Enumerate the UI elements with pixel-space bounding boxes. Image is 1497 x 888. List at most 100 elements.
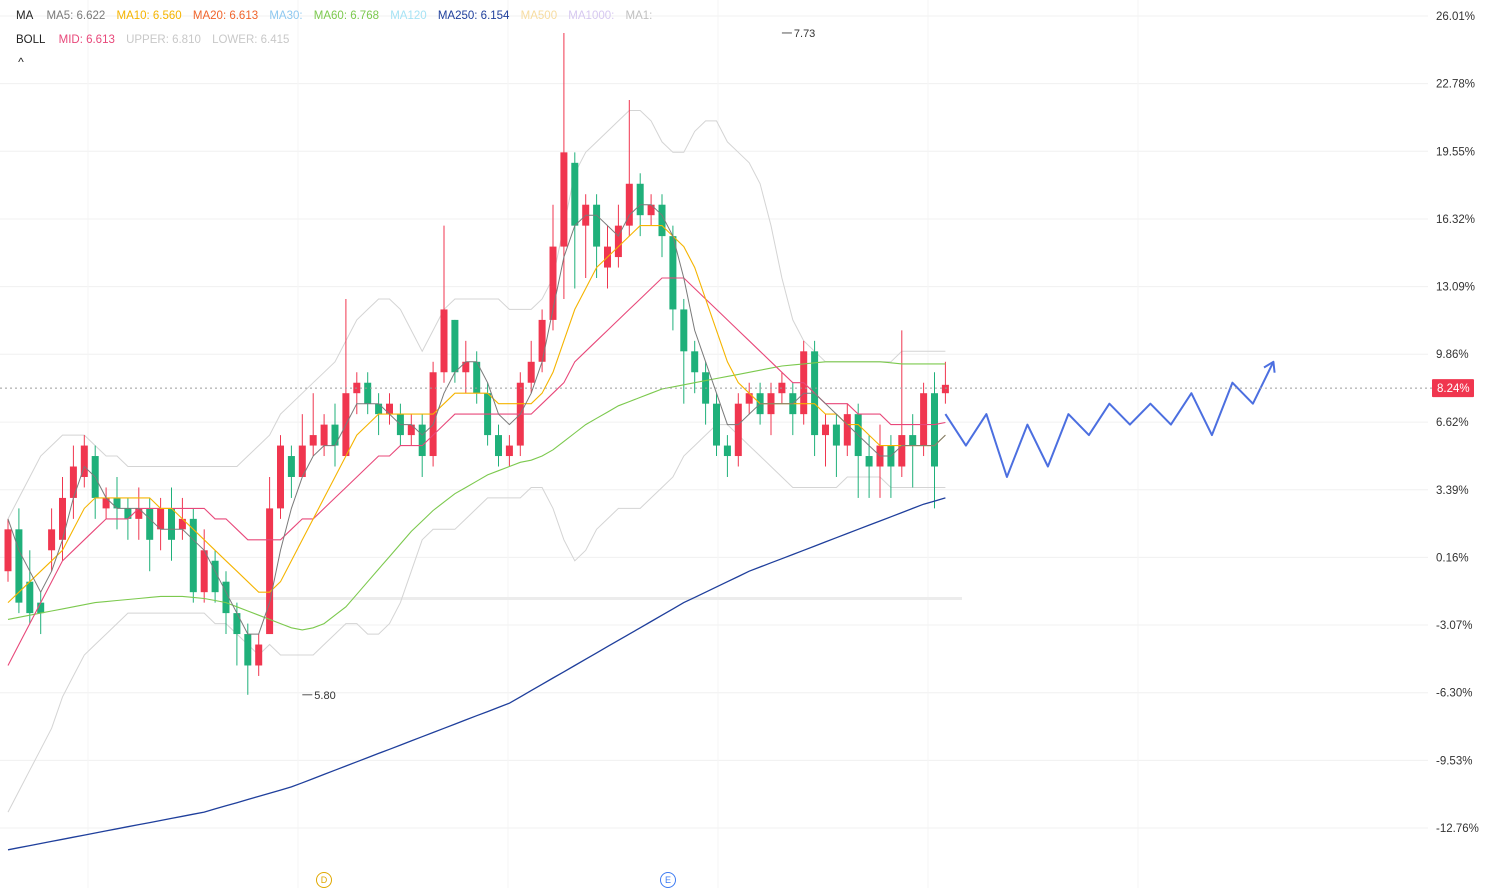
candle-body (146, 508, 154, 540)
candle-body (734, 403, 742, 457)
y-axis: 26.01% 22.78% 19.55% 16.32% 13.09% 9.86% 6.62%… (1436, 11, 1479, 835)
candle-body (898, 435, 906, 467)
boll-legend: BOLL MID: 6.613 UPPER: 6.810 LOWER: 6.41… (16, 34, 297, 46)
candle-body (178, 518, 186, 530)
candle-body (505, 445, 513, 457)
price-chart[interactable]: 7.73 5.80 8.24% 26.01% 22.78% 19.55% 16.32% 13… (0, 0, 1497, 888)
candle-body (920, 393, 928, 446)
y-tick-label: -9.53% (1436, 755, 1472, 767)
candle-body (691, 351, 699, 373)
candle-body (407, 424, 415, 436)
bollinger-bands (7, 110, 946, 813)
ma-legend-title: MA (16, 10, 34, 22)
candle-body (200, 550, 208, 593)
boll-mid-legend-item: MID: 6.613 (58, 34, 115, 46)
event-marker-d[interactable]: D (316, 872, 332, 888)
candle-body (636, 183, 644, 216)
ma500-legend-item: MA500 (520, 10, 558, 22)
forecast-line (944, 361, 1275, 478)
candle-body (244, 634, 252, 666)
candle-body (647, 204, 655, 216)
y-tick-label: 19.55% (1436, 146, 1475, 158)
candle-body (157, 508, 165, 530)
candle-body (745, 393, 753, 404)
candle-body (69, 466, 77, 498)
candle-body (4, 529, 12, 572)
candle-body (843, 414, 851, 446)
y-tick-label: 3.39% (1436, 485, 1469, 497)
candle-body (59, 497, 66, 540)
candle-body (713, 403, 720, 446)
candle-body (331, 424, 339, 446)
candle-body (266, 508, 274, 635)
candle-body (135, 508, 143, 519)
candle-body (462, 361, 470, 373)
candle-body (277, 445, 284, 509)
ma20-legend-item: MA20: 6.613 (192, 10, 259, 22)
candle-body (309, 435, 317, 446)
candle-body (168, 508, 175, 540)
current-value-label: 8.24% (1437, 383, 1470, 395)
forecast-path (944, 360, 1276, 478)
ma1-legend-item: MA1: (625, 10, 653, 22)
y-tick-label: 0.16% (1436, 552, 1469, 564)
candle-body (440, 309, 448, 373)
boll-upper-legend-item: UPPER: 6.810 (126, 34, 201, 46)
candle-body (255, 644, 263, 666)
candle-body (571, 162, 579, 226)
candle-body (451, 319, 459, 373)
candle-body (941, 384, 949, 394)
candle-body (364, 382, 372, 404)
candle-body (386, 403, 393, 415)
y-tick-label: 16.32% (1436, 214, 1475, 226)
candle-body (560, 152, 568, 247)
annotation-low-label: 5.80 (314, 690, 335, 702)
y-tick-label: 13.09% (1436, 282, 1475, 294)
candle-body (113, 497, 121, 509)
ma250-legend-item: MA250: 6.154 (437, 10, 510, 22)
ma120-legend-item: MA120 (390, 10, 427, 22)
candle-body (680, 309, 688, 352)
ma60-legend-item: MA60: 6.768 (313, 10, 379, 22)
y-tick-label: -3.07% (1436, 620, 1472, 632)
candle-body (593, 204, 601, 247)
candle-body (822, 424, 829, 436)
annotation-high-label: 7.73 (794, 28, 815, 40)
y-tick-label: 9.86% (1436, 349, 1469, 361)
ma5-legend-item: MA5: 6.622 (46, 10, 106, 22)
y-tick-label: 6.62% (1436, 417, 1469, 429)
candle-body (287, 456, 295, 477)
ma10-legend-item: MA10: 6.560 (116, 10, 182, 22)
ma-legend: MA MA5: 6.622 MA10: 6.560 MA20: 6.613 MA… (16, 10, 660, 22)
candle-body (538, 319, 546, 362)
candle-body (723, 445, 731, 457)
candle-body (233, 613, 241, 635)
ma1000-legend-item: MA1000: (568, 10, 615, 22)
candle-body (527, 361, 535, 383)
candle-body (418, 424, 426, 457)
boll-mid-line (7, 277, 946, 666)
ma250-line (7, 497, 946, 851)
event-marker-e[interactable]: E (660, 872, 676, 888)
y-tick-label: 26.01% (1436, 11, 1475, 23)
y-tick-label: 22.78% (1436, 79, 1475, 91)
candle-body (865, 456, 873, 467)
collapse-legend-chevron-icon[interactable]: ^ (14, 55, 28, 69)
candle-body (495, 435, 502, 457)
candle-body (909, 435, 917, 446)
boll-upper-line (7, 110, 946, 520)
boll-legend-title: BOLL (16, 34, 46, 46)
boll-lower-line (7, 424, 946, 813)
candle-body (48, 529, 56, 551)
candle-body (320, 424, 328, 446)
y-tick-label: -6.30% (1436, 688, 1472, 700)
ma5-line (7, 204, 946, 635)
candle-body (102, 497, 110, 509)
candle-body (375, 403, 383, 415)
price-annotations: 7.73 5.80 8.24% (0, 28, 1474, 702)
ma30-legend-item: MA30: (269, 10, 303, 22)
boll-lower-legend-item: LOWER: 6.415 (212, 34, 290, 46)
candle-body (931, 393, 938, 467)
y-tick-label: -12.76% (1436, 823, 1479, 835)
candle-body (26, 581, 34, 614)
